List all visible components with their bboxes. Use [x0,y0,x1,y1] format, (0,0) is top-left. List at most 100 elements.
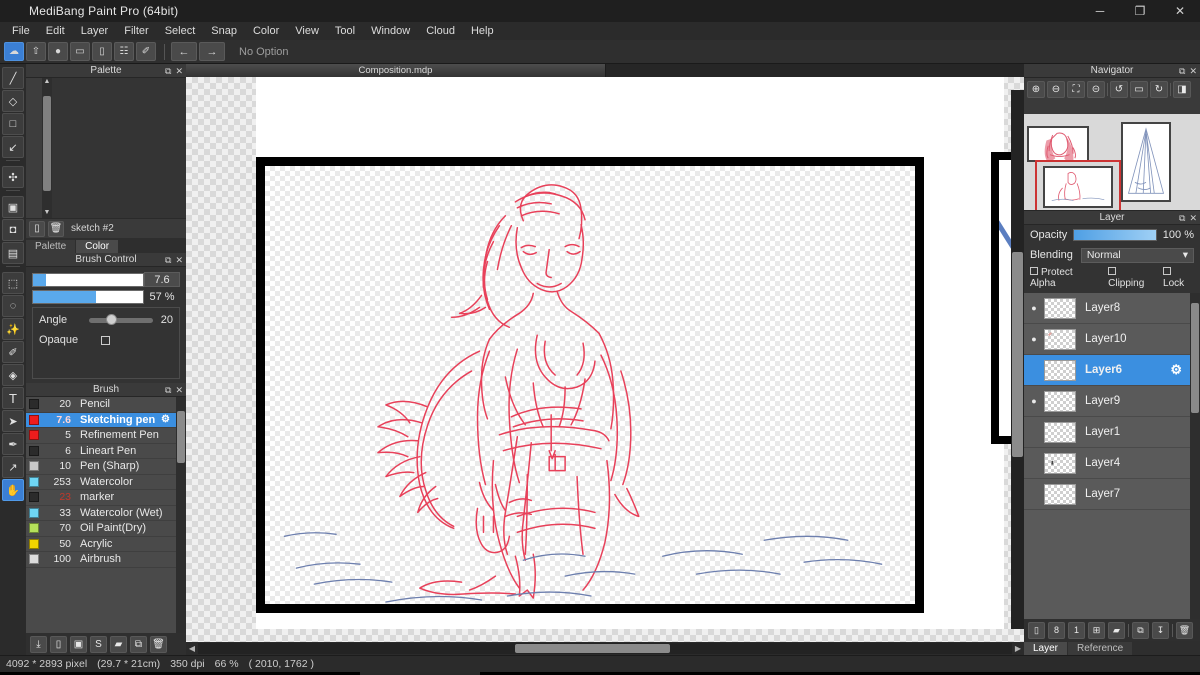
layer-opacity-slider[interactable] [1073,229,1157,241]
menu-file[interactable]: File [4,22,38,40]
layer-list-scrollbar[interactable] [1190,293,1200,619]
brush-control-close-icon[interactable]: ✕ [175,255,183,266]
edit-page-button[interactable]: ✐ [136,42,156,61]
chat-button[interactable]: ▭ [70,42,90,61]
magic-wand-tool[interactable]: ✨ [2,318,24,340]
layer-row[interactable]: ● Layer8 [1024,293,1190,324]
maximize-button[interactable]: ❐ [1120,0,1160,22]
brush-size-value[interactable]: 7.6 [144,272,180,287]
duplicate-brush-button[interactable]: ⧉ [130,635,147,653]
lock-checkbox[interactable]: Lock [1163,267,1195,289]
layer-row[interactable]: Layer6 ⚙ [1024,355,1190,386]
palette-float-icon[interactable]: ⧉ [165,66,171,77]
tab-color[interactable]: Color [76,240,119,253]
eraser-tool[interactable]: ◇ [2,90,24,112]
menu-layer[interactable]: Layer [73,22,117,40]
menu-window[interactable]: Window [363,22,418,40]
select-brush-tool[interactable]: ✐ [2,341,24,363]
brush-list-item[interactable]: 100 Airbrush [26,552,176,568]
brush-list-item[interactable]: 20 Pencil [26,397,176,413]
brush-list-item[interactable]: 33 Watercolor (Wet) [26,506,176,521]
brush-angle-slider[interactable] [89,313,153,325]
brush-control-float-icon[interactable]: ⧉ [165,255,171,266]
move-tool[interactable]: ✣ [2,166,24,188]
add-layer-button[interactable]: ▯ [1028,621,1045,639]
artwork-frame[interactable] [256,157,924,613]
clipping-checkbox[interactable]: Clipping [1108,267,1155,289]
layer-close-icon[interactable]: ✕ [1189,213,1197,224]
delete-layer-button[interactable]: 🗑 [1176,621,1193,639]
fill-rect-tool[interactable]: ▣ [2,196,24,218]
brush-scroll-thumb[interactable] [177,411,185,463]
actual-size-button[interactable]: ⊝ [1087,80,1105,98]
layer-blending-select[interactable]: Normal ▾ [1080,247,1194,263]
close-button[interactable]: ✕ [1160,0,1200,22]
layer-visibility-toggle[interactable]: ● [1028,396,1040,406]
gear-icon[interactable]: ⚙ [161,414,170,425]
shape-tool[interactable]: □ [2,113,24,135]
line-tool[interactable]: ↙ [2,136,24,158]
list-button[interactable]: ☷ [114,42,134,61]
script-brush-button[interactable]: S [90,635,107,653]
cloud-button[interactable]: ☁ [4,42,24,61]
new-file-button[interactable]: ▯ [92,42,112,61]
brush-opaque-checkbox[interactable] [101,335,110,345]
operation-tool[interactable]: ➤ [2,410,24,432]
new-brush-button[interactable]: ▯ [50,635,67,653]
layer-float-icon[interactable]: ⧉ [1179,213,1185,224]
add-8bit-layer-button[interactable]: 8 [1048,621,1065,639]
color-picker-tool[interactable]: ↗ [2,456,24,478]
menu-view[interactable]: View [287,22,327,40]
palette-scrollbar[interactable]: ▲ ▼ [42,78,52,218]
merge-layer-button[interactable]: ↧ [1152,621,1169,639]
eyedropper-tool[interactable]: ✒ [2,433,24,455]
gradient-tool[interactable]: ▤ [2,242,24,264]
brush-list-item[interactable]: 5 Refinement Pen [26,428,176,444]
canvas-vertical-scrollbar[interactable] [1011,90,1024,629]
import-layer-button[interactable]: ⊞ [1088,621,1105,639]
menu-snap[interactable]: Snap [203,22,245,40]
download-brush-button[interactable]: ⤓ [30,635,47,653]
navigator-close-icon[interactable]: ✕ [1189,66,1197,77]
brush-opacity-slider[interactable] [32,290,144,304]
menu-tool[interactable]: Tool [327,22,363,40]
brush-list-item[interactable]: 23 marker [26,490,176,506]
menu-select[interactable]: Select [157,22,204,40]
redo-button[interactable]: → [199,42,225,61]
add-1bit-layer-button[interactable]: 1 [1068,621,1085,639]
color-swatch-grid[interactable] [26,78,42,218]
zoom-out-button[interactable]: ⊖ [1047,80,1065,98]
flip-button[interactable]: ◨ [1173,80,1191,98]
fit-screen-button[interactable]: ⛶ [1067,80,1085,98]
palette-scroll-up-arrow[interactable]: ▲ [42,78,52,87]
layer-row[interactable]: Layer7 [1024,479,1190,510]
palette-close-icon[interactable]: ✕ [175,66,183,77]
rotate-right-button[interactable]: ↻ [1150,80,1168,98]
tab-palette[interactable]: Palette [26,240,76,253]
layer-row[interactable]: ● Layer9 [1024,386,1190,417]
hand-tool[interactable]: ✋ [2,479,24,501]
brush-panel-close-icon[interactable]: ✕ [175,385,183,396]
canvas-viewport[interactable] [186,77,1024,642]
canvas-horizontal-scrollbar[interactable]: ◀ ▶ [186,642,1024,655]
upload-button[interactable]: ⇧ [26,42,46,61]
duplicate-layer-button[interactable]: ⧉ [1132,621,1149,639]
hscroll-thumb[interactable] [515,644,671,653]
brush-folder-button[interactable]: ▰ [110,635,127,653]
palette-scroll-thumb[interactable] [43,96,51,191]
undo-button[interactable]: ← [171,42,197,61]
layer-row[interactable]: ● ✐ Layer10 [1024,324,1190,355]
navigator-preview[interactable] [1024,114,1200,210]
brush-angle-knob[interactable] [105,313,117,325]
reset-rotation-button[interactable]: ▭ [1130,80,1148,98]
layer-visibility-toggle[interactable]: ● [1028,334,1040,344]
layer-visibility-toggle[interactable]: ● [1028,303,1040,313]
layer-scroll-thumb[interactable] [1191,303,1199,413]
vscroll-thumb[interactable] [1012,251,1023,457]
zoom-in-button[interactable]: ⊕ [1027,80,1045,98]
rect-select-tool[interactable]: ⬚ [2,272,24,294]
navigator-viewport-indicator[interactable] [1035,160,1121,210]
protect-alpha-checkbox[interactable]: Protect Alpha [1030,267,1100,289]
menu-help[interactable]: Help [463,22,502,40]
navigator-float-icon[interactable]: ⧉ [1179,66,1185,77]
